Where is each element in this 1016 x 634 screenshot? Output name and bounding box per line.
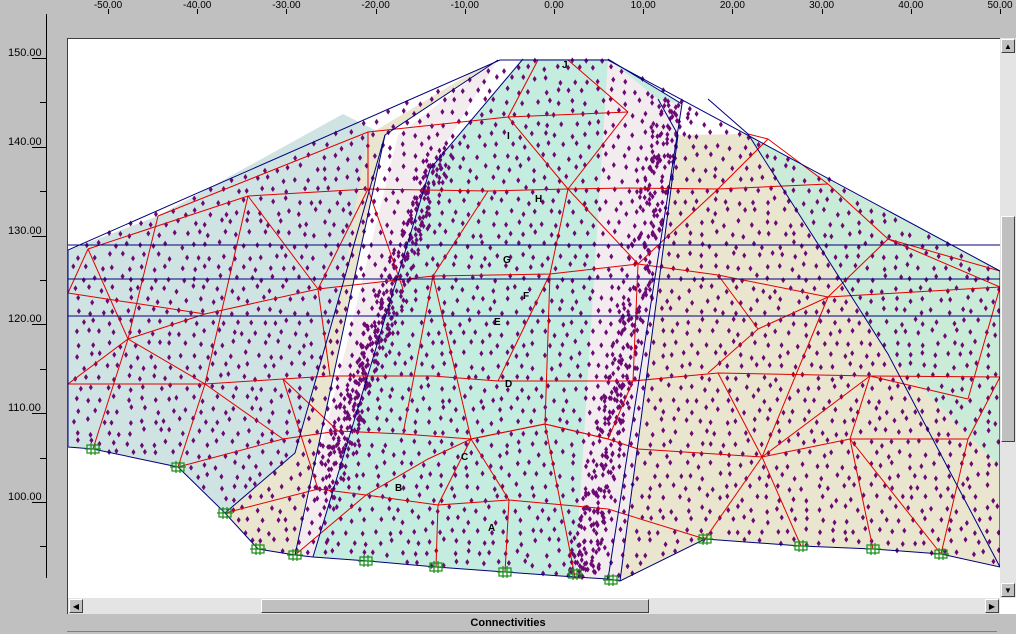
mesh-node [688,119,693,126]
mesh-node [361,243,366,250]
fixed-support-icon [170,461,186,473]
status-label: Connectivities [470,617,546,629]
mesh-node [487,88,492,95]
mesh-drawing[interactable]: A B C D E F G H I J [68,39,1000,599]
region-label: B [395,483,402,494]
fixed-support-icon [933,548,949,560]
region-label: I [507,131,510,142]
vertical-scrollbar[interactable]: ▲ ▼ [1000,38,1016,598]
fixed-support-icon [287,549,303,561]
x-tick [1000,9,1001,14]
fixed-support-icon [603,574,619,586]
mesh-node [708,129,713,136]
x-tick [286,9,288,14]
x-tick [375,9,377,14]
region-label: D [505,379,512,390]
x-tick [910,9,912,14]
fixed-support-icon [217,507,233,519]
status-bar: Connectivities [0,614,1016,634]
x-tick [643,9,645,14]
fixed-support-icon [567,568,583,580]
mesh-node [694,110,699,117]
region-label: J [562,60,568,71]
triangle-right-icon[interactable]: ▶ [985,599,999,613]
horizontal-ruler: -50.00 -40.00 -30.00 -20.00 -10.00 0.00 10.00 2… [0,0,1016,14]
mesh-node [502,68,507,75]
mesh-node [494,74,499,81]
x-tick [108,9,109,14]
vertical-ruler: 150.00 140.00 130.00 120.00 110.00 100.00 [0,14,66,614]
x-tick [464,9,466,14]
mesh-canvas[interactable]: A B C D E F G H I J [67,38,1016,617]
mesh-node [387,153,392,160]
region-label: C [461,452,468,463]
mesh-node [724,129,729,136]
region-label: H [535,194,542,205]
fixed-support-icon [865,543,881,555]
fixed-support-icon [697,533,713,545]
fixed-support-icon [428,561,444,573]
mesh-node [359,265,364,272]
fixed-support-icon [358,555,374,567]
triangle-down-icon[interactable]: ▼ [1001,583,1015,597]
vertical-scroll-thumb[interactable] [1001,216,1015,442]
x-tick [732,9,734,14]
x-tick [821,9,823,14]
mesh-node [718,121,723,128]
region-label: A [488,523,495,534]
x-tick [197,9,199,14]
mesh-node [370,217,375,224]
triangle-left-icon[interactable]: ◀ [69,599,83,613]
mesh-node [387,145,392,152]
y-axis-line [46,14,47,578]
mesh-node [702,121,707,128]
mesh-node [382,175,387,182]
region-label: F [523,291,529,302]
triangle-up-icon[interactable]: ▲ [1001,39,1015,53]
fixed-support-icon [793,540,809,552]
x-tick [554,9,555,14]
mesh-node [483,96,488,103]
fixed-support-icon [85,443,101,455]
horizontal-scroll-thumb[interactable] [261,599,649,613]
fixed-support-icon [497,566,513,578]
mesh-node [374,118,379,125]
mesh-node [687,105,692,112]
status-divider [67,631,997,632]
horizontal-scrollbar[interactable]: ◀ ▶ [68,598,1000,614]
region-label: E [494,317,501,328]
region-label: G [503,255,511,266]
fixed-support-icon [250,543,266,555]
